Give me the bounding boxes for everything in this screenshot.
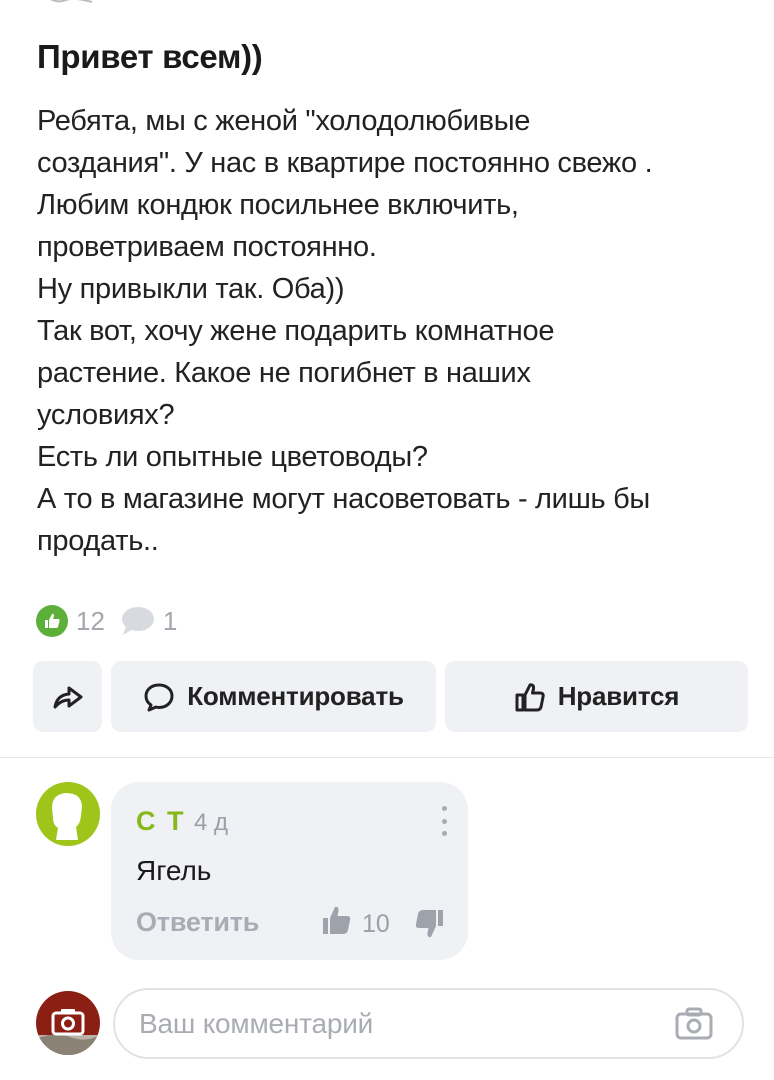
comment-bubble-icon bbox=[121, 605, 155, 637]
comment-button[interactable]: Комментировать bbox=[111, 661, 436, 732]
comment-icon bbox=[144, 683, 174, 711]
comment-dislike-icon[interactable] bbox=[411, 906, 445, 942]
like-button-label: Нравится bbox=[557, 681, 680, 711]
share-arrow-icon bbox=[53, 686, 82, 708]
post-body-line: А то в магазине могут насоветовать - лиш… bbox=[37, 483, 650, 515]
camera-icon[interactable] bbox=[674, 1006, 714, 1042]
post-body: Ребята, мы с женой "холодолюбивые создан… bbox=[37, 100, 747, 562]
post-stats: 12 1 bbox=[36, 604, 177, 638]
commenter-avatar[interactable] bbox=[36, 782, 100, 846]
comment-author[interactable]: С Т bbox=[136, 806, 186, 837]
thumbs-up-badge-icon bbox=[36, 605, 68, 637]
post-body-line: растение. Какое не погибнет в наших bbox=[37, 357, 531, 389]
post-body-line: условиях? bbox=[37, 399, 175, 431]
post-body-line: создания". У нас в квартире постоянно св… bbox=[37, 147, 653, 179]
post-body-line: проветриваем постоянно. bbox=[37, 231, 377, 263]
comment-time: 4 д bbox=[194, 809, 229, 836]
comment-input-placeholder: Ваш комментарий bbox=[139, 1007, 374, 1039]
top-fragment-icon bbox=[50, 0, 93, 3]
more-menu-icon[interactable] bbox=[438, 806, 450, 836]
default-avatar-icon bbox=[52, 793, 82, 840]
divider bbox=[0, 757, 774, 758]
comment-input[interactable]: Ваш комментарий bbox=[113, 988, 744, 1059]
post-body-line: Так вот, хочу жене подарить комнатное bbox=[37, 315, 555, 347]
post-body-line: продать.. bbox=[37, 525, 159, 557]
comment-card: С Т 4 д Ягель Ответить 10 bbox=[111, 782, 468, 960]
comment-like-icon[interactable] bbox=[321, 902, 353, 938]
current-user-avatar[interactable] bbox=[36, 991, 100, 1055]
thumbs-up-icon bbox=[515, 682, 545, 711]
camera-avatar-icon bbox=[36, 1009, 100, 1055]
comment-button-label: Комментировать bbox=[187, 681, 404, 711]
likes-count: 12 bbox=[76, 605, 105, 636]
reply-button[interactable]: Ответить bbox=[136, 907, 259, 938]
comment-like-count: 10 bbox=[362, 910, 390, 938]
comments-count: 1 bbox=[162, 605, 178, 636]
comment-text: Ягель bbox=[136, 855, 212, 886]
post-body-line: Любим кондюк посильнее включить, bbox=[37, 189, 519, 221]
post-body-line: Есть ли опытные цветоводы? bbox=[37, 441, 428, 473]
share-button[interactable] bbox=[33, 661, 102, 732]
post-body-line: Ребята, мы с женой "холодолюбивые bbox=[37, 105, 531, 137]
post-title: Привет всем)) bbox=[37, 38, 263, 75]
post-body-line: Ну привыкли так. Оба)) bbox=[37, 273, 345, 305]
like-button[interactable]: Нравится bbox=[445, 661, 748, 732]
